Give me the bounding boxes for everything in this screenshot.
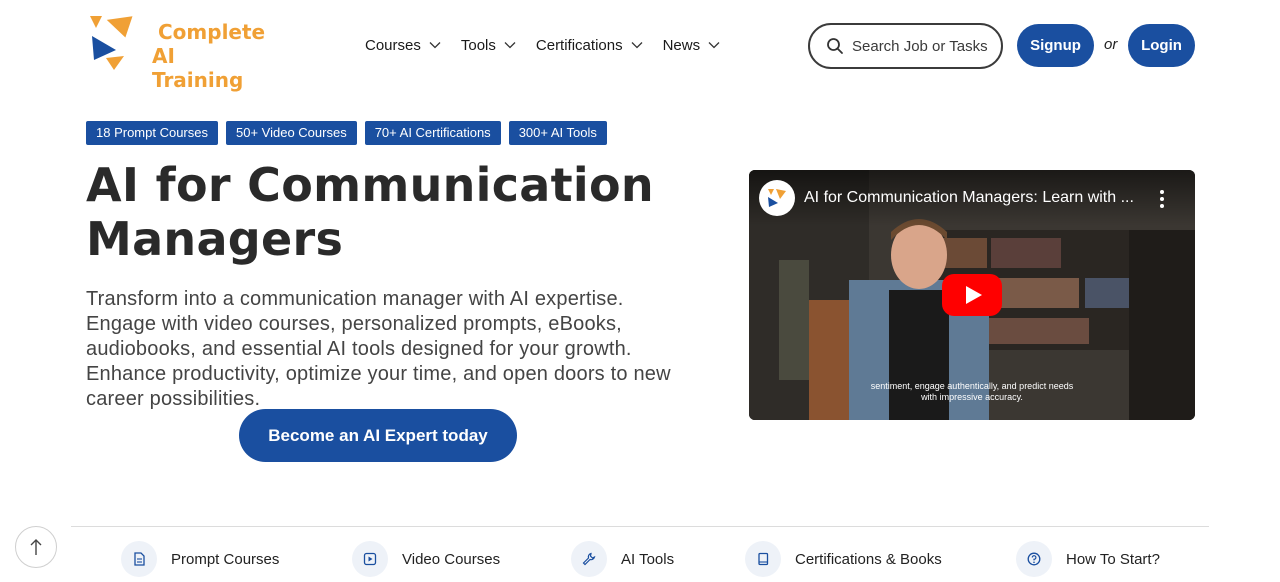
search-input[interactable] <box>852 37 997 55</box>
category-ai-tools[interactable]: AI Tools <box>571 540 674 578</box>
wrench-icon <box>571 541 607 577</box>
nav-tools-label: Tools <box>460 36 496 54</box>
category-ai-tools-label: AI Tools <box>621 550 675 568</box>
category-how-to-start[interactable]: How To Start? <box>1016 540 1160 578</box>
chevron-down-icon <box>504 42 516 49</box>
play-square-icon <box>352 541 388 577</box>
nav-certifications[interactable]: Certifications <box>536 34 643 56</box>
chevron-down-icon <box>429 42 441 49</box>
document-icon <box>121 541 157 577</box>
category-prompt-courses-label: Prompt Courses <box>171 550 280 568</box>
main-nav: Courses Tools Certifications News <box>365 34 740 56</box>
caption-line1: sentiment, engage authentically, and pre… <box>870 381 1074 391</box>
login-button[interactable]: Login <box>1128 24 1195 67</box>
channel-logo-icon <box>768 189 786 207</box>
category-prompt-courses[interactable]: Prompt Courses <box>121 540 279 578</box>
logo-line1: Complete <box>158 20 266 44</box>
chevron-down-icon <box>708 42 720 49</box>
nav-courses[interactable]: Courses <box>365 34 441 56</box>
play-button[interactable] <box>942 274 1002 316</box>
more-vert-icon[interactable] <box>1157 188 1167 210</box>
badge-video-courses[interactable]: 50+ Video Courses <box>226 121 357 145</box>
nav-news-label: News <box>662 36 701 54</box>
channel-avatar[interactable] <box>759 180 795 216</box>
video-caption: sentiment, engage authentically, and pre… <box>829 381 1115 403</box>
badge-prompt-courses[interactable]: 18 Prompt Courses <box>86 121 218 145</box>
question-circle-icon <box>1016 541 1052 577</box>
hero-description: Transform into a communication manager w… <box>86 288 671 410</box>
category-video-courses[interactable]: Video Courses <box>352 540 500 578</box>
category-certifications-books[interactable]: Certifications & Books <box>745 540 942 578</box>
video-title[interactable]: AI for Communication Managers: Learn wit… <box>804 189 1144 207</box>
page-title: AI for Communication Managers <box>86 158 706 266</box>
become-ai-expert-button[interactable]: Become an AI Expert today <box>239 409 517 462</box>
chevron-down-icon <box>631 42 643 49</box>
logo-text: Complete AI Training <box>152 20 266 92</box>
section-divider <box>71 526 1209 527</box>
video-player[interactable]: AI for Communication Managers: Learn wit… <box>749 170 1195 420</box>
page-title-line1: AI for Communication <box>86 158 654 212</box>
stats-badges: 18 Prompt Courses 50+ Video Courses 70+ … <box>86 121 615 145</box>
category-video-courses-label: Video Courses <box>402 550 501 568</box>
badge-ai-certifications[interactable]: 70+ AI Certifications <box>364 121 501 145</box>
site-logo[interactable]: Complete AI Training <box>86 14 266 92</box>
nav-certifications-label: Certifications <box>535 36 623 54</box>
search-icon <box>827 38 843 54</box>
badge-ai-tools[interactable]: 300+ AI Tools <box>508 121 607 145</box>
site-header: Complete AI Training Courses Tools Certi… <box>0 0 1280 92</box>
logo-mark-icon <box>90 16 133 70</box>
category-certifications-books-label: Certifications & Books <box>795 550 942 568</box>
logo-line2: AI Training <box>152 44 244 92</box>
book-icon <box>745 541 781 577</box>
nav-news[interactable]: News <box>663 34 721 56</box>
nav-tools[interactable]: Tools <box>461 34 516 56</box>
nav-courses-label: Courses <box>365 36 421 54</box>
page-title-line2: Managers <box>86 212 344 266</box>
signup-button[interactable]: Signup <box>1017 24 1094 67</box>
caption-line2: with impressive accuracy. <box>921 392 1023 402</box>
category-nav: Prompt Courses Video Courses AI Tools Ce… <box>0 540 1280 582</box>
search-box[interactable] <box>808 23 1003 69</box>
category-how-to-start-label: How To Start? <box>1066 550 1160 568</box>
or-separator: or <box>1104 36 1118 53</box>
